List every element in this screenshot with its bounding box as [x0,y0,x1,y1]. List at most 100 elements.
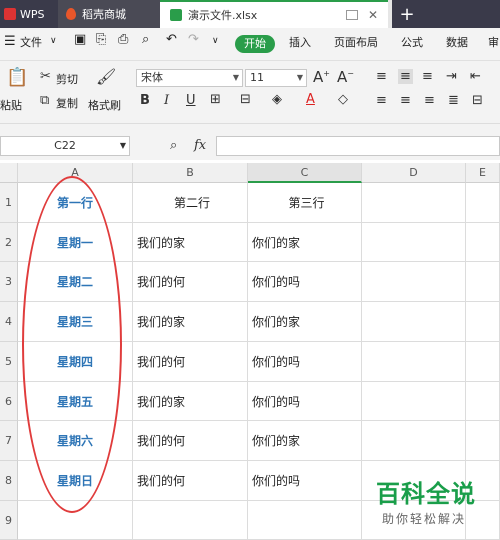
window-icon[interactable] [346,10,358,20]
row-header[interactable]: 1 [0,183,18,223]
format-painter-label[interactable]: 格式刷 [88,97,121,113]
indent-increase-icon[interactable]: ⇥ [446,69,457,84]
bold-button[interactable]: B [140,93,150,108]
tab-data[interactable]: 数据 [446,34,468,50]
scissors-icon[interactable]: ✂ [40,69,51,84]
italic-button[interactable]: I [164,93,169,108]
cell-empty[interactable] [362,223,466,262]
row-header[interactable]: 9 [0,501,18,540]
tab-formulas[interactable]: 公式 [401,34,423,50]
underline-button[interactable]: U [186,93,196,108]
fill-color-icon[interactable]: ◈ [272,92,282,107]
distribute-icon[interactable]: ⊟ [472,93,483,108]
tab-review[interactable]: 审 [488,34,499,50]
print-icon[interactable]: ⎙ [118,32,128,47]
cell-b3[interactable]: 我们的何 [133,262,248,302]
align-right-icon[interactable]: ≡ [424,93,435,108]
new-tab-button[interactable]: + [392,0,422,28]
cell-c9[interactable] [248,501,362,540]
cell-style-icon[interactable]: ⊟ [240,92,251,107]
cell-c7[interactable]: 你们的家 [248,421,362,461]
align-center-icon[interactable]: ≡ [400,93,411,108]
align-left-icon[interactable]: ≡ [376,93,387,108]
column-header-c[interactable]: C [248,163,362,183]
cell-empty[interactable] [362,183,466,223]
font-name-select[interactable]: 宋体 ▼ [136,69,243,87]
tab-docer-store[interactable]: 稻壳商城 [58,0,160,28]
font-color-button[interactable]: A [306,92,315,107]
cell-empty[interactable] [466,183,500,223]
cell-empty[interactable] [466,382,500,421]
row-header[interactable]: 4 [0,302,18,342]
tab-page-layout[interactable]: 页面布局 [334,34,378,50]
paste-icon[interactable]: 📋 [6,67,28,88]
cell-b9[interactable] [133,501,248,540]
cell-c1[interactable]: 第三行 [248,183,362,223]
export-icon[interactable]: ⎘ [96,32,106,47]
cell-empty[interactable] [466,262,500,302]
row-header[interactable]: 2 [0,223,18,262]
cell-empty[interactable] [362,302,466,342]
formula-input[interactable] [216,136,500,156]
align-middle-icon[interactable]: ≡ [398,69,413,84]
cell-empty[interactable] [466,421,500,461]
grow-font-button[interactable]: A+ [313,68,330,86]
row-header[interactable]: 8 [0,461,18,501]
cell-c3[interactable]: 你们的吗 [248,262,362,302]
cell-c8[interactable]: 你们的吗 [248,461,362,501]
cell-b6[interactable]: 我们的家 [133,382,248,421]
cell-b8[interactable]: 我们的何 [133,461,248,501]
select-all-corner[interactable] [0,163,18,183]
cell-c4[interactable]: 你们的家 [248,302,362,342]
eraser-icon[interactable]: ◇ [338,92,348,107]
row-header[interactable]: 5 [0,342,18,382]
quick-access-dropdown-icon[interactable]: ∨ [212,36,219,46]
tab-home[interactable]: 开始 [235,35,275,53]
zoom-search-icon[interactable]: ⌕ [170,138,177,153]
cell-c6[interactable]: 你们的吗 [248,382,362,421]
cell-empty[interactable] [362,262,466,302]
print-preview-icon[interactable]: ⌕ [142,32,149,47]
chevron-down-icon[interactable]: ∨ [50,36,57,46]
column-header-e[interactable]: E [466,163,500,183]
tab-active-file[interactable]: 演示文件.xlsx ✕ [160,0,388,28]
cell-empty[interactable] [362,342,466,382]
name-box[interactable]: C22 ▼ [0,136,130,156]
justify-icon[interactable]: ≣ [448,93,459,108]
cell-c5[interactable]: 你们的吗 [248,342,362,382]
font-size-select[interactable]: 11 ▼ [245,69,307,87]
cell-empty[interactable] [466,342,500,382]
cell-b2[interactable]: 我们的家 [133,223,248,262]
copy-icon[interactable]: ⧉ [40,93,49,108]
shrink-font-button[interactable]: A− [337,68,354,86]
copy-label[interactable]: 复制 [56,95,78,111]
cell-empty[interactable] [466,223,500,262]
tab-insert[interactable]: 插入 [289,34,311,50]
function-icon[interactable]: fx [194,138,206,153]
hamburger-icon[interactable]: ☰ [4,34,16,49]
row-header[interactable]: 7 [0,421,18,461]
borders-icon[interactable]: ⊞ [210,92,221,107]
menu-file[interactable]: 文件 [20,34,42,50]
align-top-icon[interactable]: ≡ [376,69,387,84]
cell-b1[interactable]: 第二行 [133,183,248,223]
cell-empty[interactable] [362,382,466,421]
cell-b7[interactable]: 我们的何 [133,421,248,461]
row-header[interactable]: 6 [0,382,18,421]
paste-label[interactable]: 粘贴 [0,97,22,113]
save-icon[interactable]: ▣ [74,32,86,47]
align-bottom-icon[interactable]: ≡ [422,69,433,84]
cell-b4[interactable]: 我们的家 [133,302,248,342]
cell-b5[interactable]: 我们的何 [133,342,248,382]
cell-c2[interactable]: 你们的家 [248,223,362,262]
cell-empty[interactable] [466,302,500,342]
column-header-d[interactable]: D [362,163,466,183]
tab-wps[interactable]: WPS [0,0,58,28]
undo-icon[interactable]: ↶ [166,32,177,47]
indent-decrease-icon[interactable]: ⇤ [470,69,481,84]
format-painter-icon[interactable]: 🖌 [96,67,116,86]
column-header-b[interactable]: B [133,163,248,183]
cut-label[interactable]: 剪切 [56,71,78,87]
row-header[interactable]: 3 [0,262,18,302]
redo-icon[interactable]: ↷ [188,32,199,47]
